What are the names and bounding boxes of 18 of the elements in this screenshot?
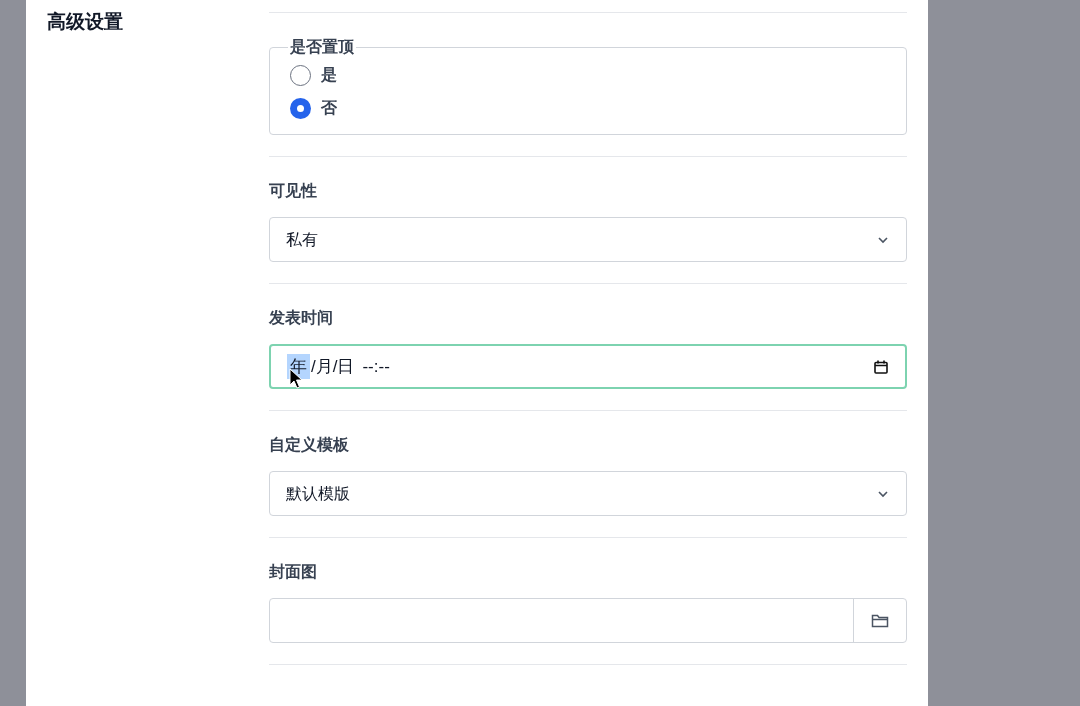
radio-label: 是 bbox=[321, 65, 337, 85]
field-label: 自定义模板 bbox=[269, 435, 350, 455]
folder-icon bbox=[871, 612, 889, 629]
date-segment[interactable]: --:-- bbox=[361, 353, 391, 380]
calendar-icon[interactable] bbox=[873, 358, 889, 375]
datetime-field[interactable]: 年 /月/日 --:-- bbox=[269, 344, 907, 389]
section-title: 高级设置 bbox=[47, 10, 124, 34]
radio-button[interactable] bbox=[290, 97, 311, 119]
field-label: 封面图 bbox=[269, 562, 318, 582]
field-label: 发表时间 bbox=[269, 308, 334, 328]
file-input-field[interactable] bbox=[269, 598, 907, 643]
field-label: 可见性 bbox=[269, 181, 318, 201]
radio-button[interactable] bbox=[290, 64, 311, 86]
group-legend: 是否置顶 bbox=[288, 35, 356, 59]
dropdown-select[interactable]: 默认模版 bbox=[269, 471, 907, 516]
radio-label: 否 bbox=[321, 98, 337, 118]
dropdown-select[interactable]: 私有 bbox=[269, 217, 907, 262]
date-segment[interactable]: /月/日 bbox=[310, 353, 356, 380]
